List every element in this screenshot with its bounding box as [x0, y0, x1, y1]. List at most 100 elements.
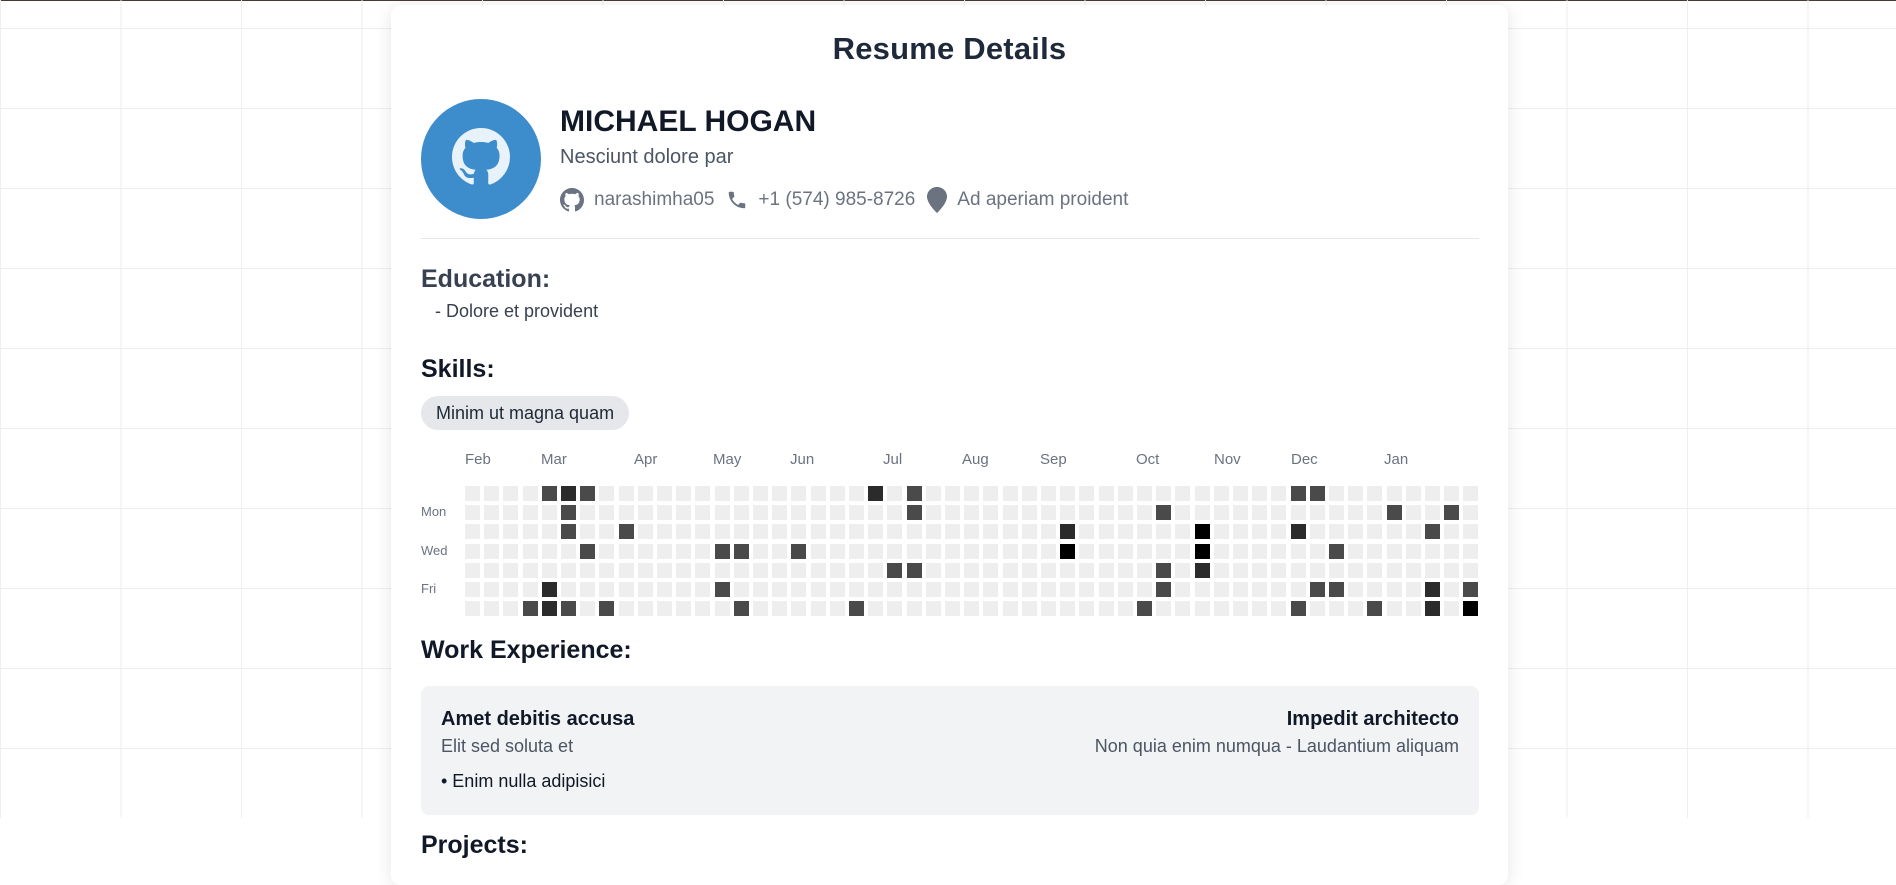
- heatmap-cell[interactable]: [676, 601, 692, 617]
- heatmap-cell[interactable]: [1271, 601, 1287, 617]
- heatmap-cell[interactable]: [1137, 524, 1152, 540]
- heatmap-cell[interactable]: [1041, 543, 1056, 559]
- heatmap-cell[interactable]: [618, 505, 634, 521]
- heatmap-cell[interactable]: [1425, 543, 1440, 559]
- heatmap-cell[interactable]: [676, 543, 692, 559]
- heatmap-cell[interactable]: [1137, 486, 1152, 501]
- heatmap-cell[interactable]: [618, 543, 634, 559]
- heatmap-cell[interactable]: [1137, 505, 1152, 521]
- heatmap-cell[interactable]: [964, 562, 980, 578]
- heatmap-cell[interactable]: [503, 486, 519, 501]
- heatmap-cell[interactable]: [925, 486, 941, 501]
- heatmap-cell[interactable]: [522, 543, 538, 559]
- heatmap-cell[interactable]: [1137, 582, 1152, 597]
- heatmap-cell[interactable]: [657, 601, 672, 617]
- heatmap-cell[interactable]: [1425, 582, 1440, 597]
- heatmap-cell[interactable]: [714, 601, 730, 617]
- heatmap-cell[interactable]: [484, 562, 500, 578]
- heatmap-cell[interactable]: [849, 505, 864, 521]
- heatmap-cell[interactable]: [695, 486, 711, 501]
- heatmap-cell[interactable]: [1194, 543, 1210, 559]
- heatmap-cell[interactable]: [1041, 505, 1056, 521]
- heatmap-cell[interactable]: [637, 486, 653, 501]
- heatmap-cell[interactable]: [1271, 505, 1287, 521]
- heatmap-cell[interactable]: [925, 524, 941, 540]
- heatmap-cell[interactable]: [599, 486, 615, 501]
- heatmap-cell[interactable]: [964, 582, 980, 597]
- heatmap-cell[interactable]: [983, 486, 999, 501]
- heatmap-cell[interactable]: [829, 562, 845, 578]
- heatmap-cell[interactable]: [1041, 582, 1056, 597]
- heatmap-cell[interactable]: [695, 543, 711, 559]
- heatmap-cell[interactable]: [906, 582, 922, 597]
- heatmap-cell[interactable]: [1117, 505, 1133, 521]
- heatmap-cell[interactable]: [945, 543, 960, 559]
- heatmap-cell[interactable]: [1348, 486, 1364, 501]
- heatmap-cell[interactable]: [1386, 562, 1402, 578]
- heatmap-cell[interactable]: [791, 524, 807, 540]
- heatmap-cell[interactable]: [1367, 505, 1383, 521]
- heatmap-cell[interactable]: [1271, 582, 1287, 597]
- heatmap-cell[interactable]: [1117, 601, 1133, 617]
- heatmap-cell[interactable]: [1252, 486, 1268, 501]
- heatmap-cell[interactable]: [1213, 601, 1229, 617]
- heatmap-cell[interactable]: [657, 486, 672, 501]
- heatmap-cell[interactable]: [810, 543, 826, 559]
- heatmap-cell[interactable]: [541, 486, 557, 501]
- heatmap-cell[interactable]: [1367, 524, 1383, 540]
- heatmap-cell[interactable]: [1021, 601, 1037, 617]
- heatmap-cell[interactable]: [465, 601, 480, 617]
- heatmap-cell[interactable]: [1348, 562, 1364, 578]
- heatmap-cell[interactable]: [618, 601, 634, 617]
- heatmap-cell[interactable]: [580, 486, 596, 501]
- heatmap-cell[interactable]: [561, 601, 576, 617]
- heatmap-cell[interactable]: [1117, 582, 1133, 597]
- heatmap-cell[interactable]: [541, 562, 557, 578]
- heatmap-cell[interactable]: [1252, 524, 1268, 540]
- heatmap-cell[interactable]: [637, 543, 653, 559]
- heatmap-cell[interactable]: [503, 562, 519, 578]
- heatmap-cell[interactable]: [1079, 601, 1095, 617]
- heatmap-cell[interactable]: [1252, 601, 1268, 617]
- heatmap-cell[interactable]: [1386, 505, 1402, 521]
- heatmap-cell[interactable]: [561, 505, 576, 521]
- heatmap-cell[interactable]: [1156, 486, 1172, 501]
- heatmap-cell[interactable]: [695, 562, 711, 578]
- heatmap-cell[interactable]: [1098, 505, 1114, 521]
- heatmap-cell[interactable]: [1079, 543, 1095, 559]
- heatmap-cell[interactable]: [522, 601, 538, 617]
- heatmap-cell[interactable]: [1175, 543, 1191, 559]
- heatmap-cell[interactable]: [1021, 524, 1037, 540]
- heatmap-cell[interactable]: [791, 486, 807, 501]
- heatmap-cell[interactable]: [1252, 505, 1268, 521]
- heatmap-cell[interactable]: [1175, 505, 1191, 521]
- heatmap-cell[interactable]: [1098, 543, 1114, 559]
- heatmap-cell[interactable]: [1194, 601, 1210, 617]
- heatmap-cell[interactable]: [1309, 582, 1325, 597]
- heatmap-cell[interactable]: [733, 486, 749, 501]
- heatmap-cell[interactable]: [580, 543, 596, 559]
- heatmap-cell[interactable]: [1309, 601, 1325, 617]
- heatmap-cell[interactable]: [580, 505, 596, 521]
- heatmap-cell[interactable]: [484, 505, 500, 521]
- heatmap-cell[interactable]: [1290, 524, 1306, 540]
- heatmap-cell[interactable]: [945, 562, 960, 578]
- heatmap-cell[interactable]: [1463, 582, 1479, 597]
- heatmap-cell[interactable]: [1329, 486, 1344, 501]
- heatmap-cell[interactable]: [868, 486, 884, 501]
- heatmap-cell[interactable]: [561, 524, 576, 540]
- heatmap-cell[interactable]: [1213, 543, 1229, 559]
- heatmap-cell[interactable]: [714, 582, 730, 597]
- heatmap-cell[interactable]: [849, 582, 864, 597]
- heatmap-cell[interactable]: [753, 543, 768, 559]
- heatmap-cell[interactable]: [1309, 524, 1325, 540]
- heatmap-cell[interactable]: [1041, 486, 1056, 501]
- heatmap-cell[interactable]: [945, 486, 960, 501]
- heatmap-cell[interactable]: [983, 543, 999, 559]
- heatmap-cell[interactable]: [1252, 582, 1268, 597]
- heatmap-cell[interactable]: [810, 505, 826, 521]
- heatmap-cell[interactable]: [676, 582, 692, 597]
- heatmap-cell[interactable]: [637, 582, 653, 597]
- heatmap-cell[interactable]: [733, 543, 749, 559]
- heatmap-cell[interactable]: [868, 524, 884, 540]
